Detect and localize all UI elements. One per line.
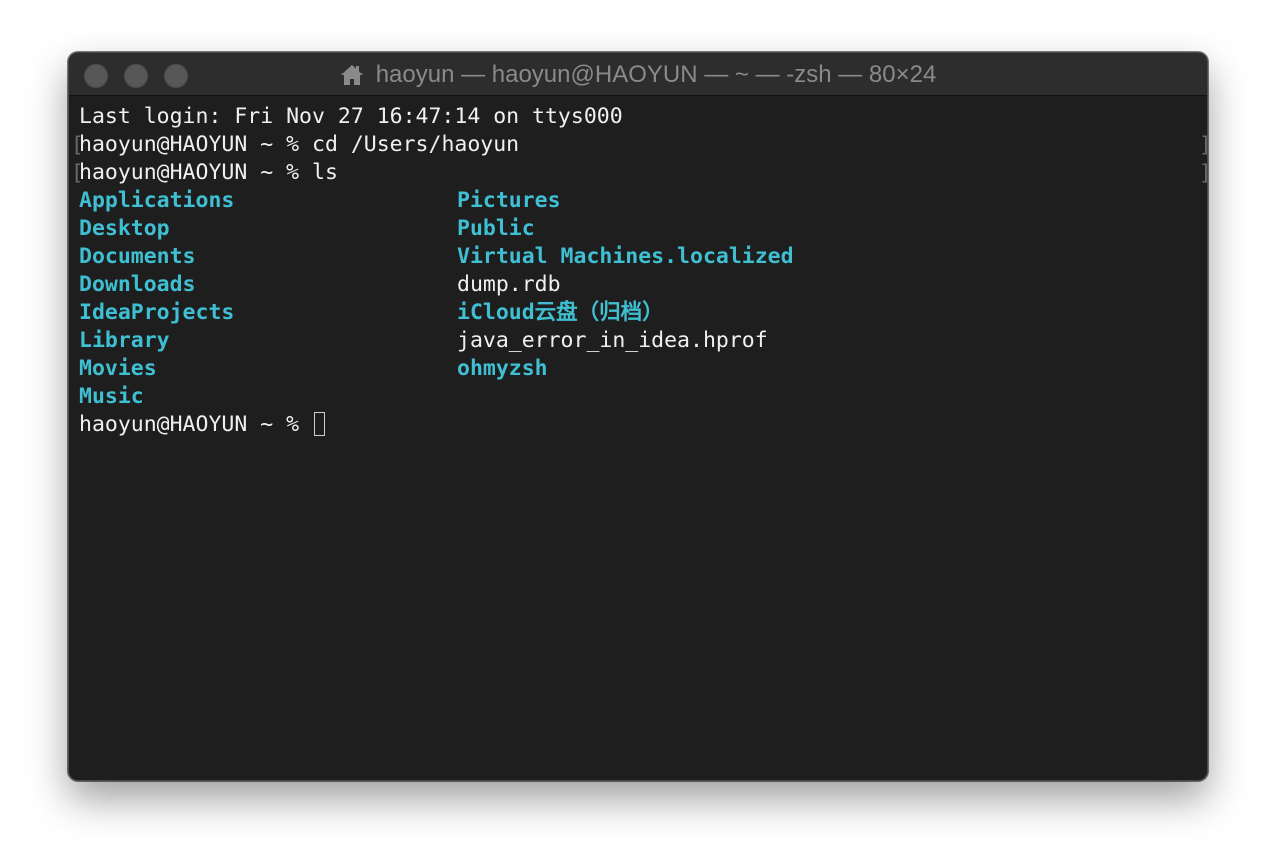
terminal-window: haoyun — haoyun@HAOYUN — ~ — -zsh — 80×2… (68, 52, 1208, 781)
window-title: haoyun — haoyun@HAOYUN — ~ — -zsh — 80×2… (69, 53, 1207, 96)
ls-entry: Virtual Machines.localized (457, 244, 794, 269)
ls-entry: IdeaProjects (79, 300, 235, 325)
ls-entry: Desktop (79, 216, 170, 241)
mark-bracket-right: ] (1199, 131, 1207, 159)
command-line-cd: haoyun@HAOYUN ~ % cd /Users/haoyun (79, 131, 519, 159)
ls-entry: ohmyzsh (457, 356, 548, 381)
prompt: haoyun@HAOYUN ~ % (79, 160, 312, 185)
home-icon (340, 64, 364, 86)
ls-entry: iCloud云盘（归档） (457, 300, 664, 325)
current-prompt-line[interactable]: haoyun@HAOYUN ~ % (79, 411, 325, 439)
title-bar[interactable]: haoyun — haoyun@HAOYUN — ~ — -zsh — 80×2… (69, 53, 1207, 96)
prompt: haoyun@HAOYUN ~ % (79, 412, 312, 437)
ls-entry: Downloads (79, 272, 196, 297)
mark-bracket-right: ] (1199, 159, 1207, 187)
ls-entry: Movies (79, 356, 157, 381)
text-cursor (314, 412, 325, 436)
ls-entry: Library (79, 328, 170, 353)
ls-entry: Pictures (457, 188, 561, 213)
command-text: ls (312, 160, 338, 185)
prompt: haoyun@HAOYUN ~ % (79, 132, 312, 157)
ls-entry: Applications (79, 188, 235, 213)
ls-entry: java_error_in_idea.hprof (457, 328, 768, 353)
terminal-content[interactable]: Last login: Fri Nov 27 16:47:14 on ttys0… (69, 96, 1207, 780)
ls-entry: Documents (79, 244, 196, 269)
command-text: cd /Users/haoyun (312, 132, 520, 157)
last-login-line: Last login: Fri Nov 27 16:47:14 on ttys0… (79, 104, 623, 129)
ls-entry: dump.rdb (457, 272, 561, 297)
command-line-ls: haoyun@HAOYUN ~ % ls (79, 159, 338, 187)
ls-entry: Music (79, 384, 144, 409)
ls-entry: Public (457, 216, 535, 241)
window-title-text: haoyun — haoyun@HAOYUN — ~ — -zsh — 80×2… (375, 60, 937, 88)
